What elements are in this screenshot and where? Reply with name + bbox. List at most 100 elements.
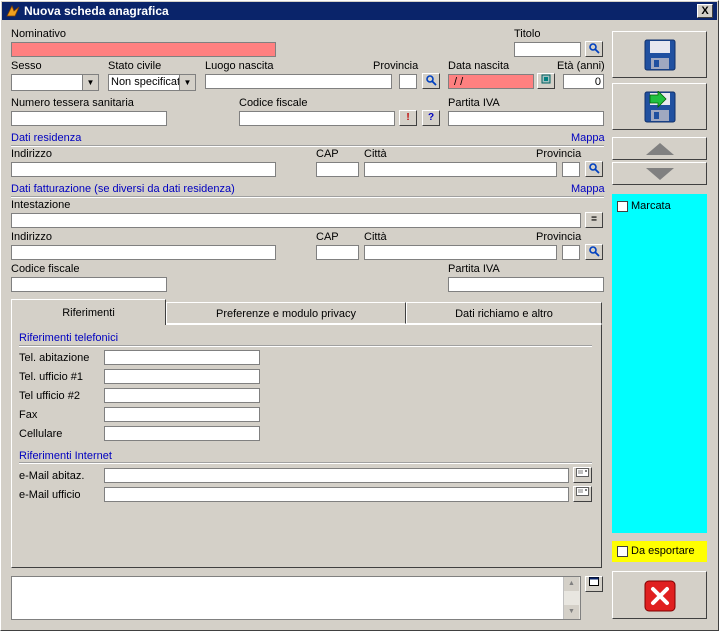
email-ufficio-label: e-Mail ufficio	[19, 489, 81, 501]
provincia-fatturazione-label: Provincia	[536, 231, 582, 243]
indirizzo-fatturazione-label: Indirizzo	[11, 231, 52, 243]
search-icon	[589, 246, 600, 257]
titolo-label: Titolo	[514, 28, 541, 40]
tel-ufficio1-label: Tel. ufficio #1	[19, 371, 84, 383]
titolo-input[interactable]	[514, 42, 581, 57]
fatturazione-search-button[interactable]	[585, 244, 603, 260]
notes-textarea[interactable]: ▲ ▼	[11, 576, 581, 620]
email-ufficio-send-button[interactable]	[573, 486, 592, 502]
previous-record-button[interactable]	[612, 137, 707, 160]
categories-panel	[612, 194, 707, 533]
cap-residenza-input[interactable]	[316, 162, 359, 177]
next-record-button[interactable]	[612, 162, 707, 185]
residenza-search-button[interactable]	[585, 161, 603, 177]
notes-scrollbar[interactable]: ▲ ▼	[563, 577, 580, 619]
scroll-up-icon[interactable]: ▲	[564, 577, 579, 591]
codice-fiscale-input[interactable]	[239, 111, 395, 126]
save-and-new-button[interactable]	[612, 83, 707, 130]
window-icon	[589, 577, 599, 586]
dati-residenza-heading: Dati residenza	[11, 132, 82, 144]
stato-civile-select[interactable]: Non specificato ▼	[108, 74, 196, 91]
internet-divider	[19, 462, 592, 464]
partita-iva-fatt-input[interactable]	[448, 277, 604, 292]
cellulare-input[interactable]	[104, 426, 260, 441]
arrow-down-icon	[646, 168, 674, 180]
data-nascita-input[interactable]	[448, 74, 534, 89]
fatturazione-divider	[11, 196, 604, 198]
telefonici-divider	[19, 345, 592, 347]
da-esportare-checkbox[interactable]	[617, 546, 628, 557]
partita-iva-input[interactable]	[448, 111, 604, 126]
cap-fatturazione-label: CAP	[316, 231, 339, 243]
luogo-nascita-search-button[interactable]	[422, 73, 440, 89]
citta-residenza-input[interactable]	[364, 162, 557, 177]
cancel-button[interactable]	[612, 571, 707, 619]
indirizzo-residenza-label: Indirizzo	[11, 148, 52, 160]
provincia-nascita-input[interactable]	[399, 74, 417, 89]
tel-ufficio2-input[interactable]	[104, 388, 260, 403]
app-icon	[6, 5, 20, 17]
eta-input[interactable]	[563, 74, 604, 89]
cancel-icon	[644, 580, 676, 612]
riferimenti-panel	[11, 324, 602, 568]
titolo-search-button[interactable]	[585, 41, 603, 57]
scroll-down-icon[interactable]: ▼	[564, 605, 579, 619]
save-button[interactable]	[612, 31, 707, 78]
tel-ufficio2-label: Tel ufficio #2	[19, 390, 80, 402]
tel-abitazione-label: Tel. abitazione	[19, 352, 90, 364]
cap-fatturazione-input[interactable]	[316, 245, 359, 260]
sesso-select[interactable]: ▼	[11, 74, 99, 91]
email-abitaz-input[interactable]	[104, 468, 569, 483]
numero-tessera-input[interactable]	[11, 111, 167, 126]
mappa-fatturazione-link[interactable]: Mappa	[571, 183, 605, 196]
provincia-residenza-input[interactable]	[562, 162, 580, 177]
tab-riferimenti[interactable]: Riferimenti	[11, 299, 166, 325]
codice-fiscale-fatt-label: Codice fiscale	[11, 263, 80, 275]
citta-fatturazione-label: Città	[364, 231, 387, 243]
calendar-button[interactable]	[537, 73, 555, 89]
save-icon	[644, 39, 676, 71]
mappa-residenza-link[interactable]: Mappa	[571, 132, 605, 145]
indirizzo-residenza-input[interactable]	[11, 162, 276, 177]
close-window-button[interactable]: X	[697, 4, 713, 18]
cf-help-button[interactable]: ?	[422, 110, 440, 126]
provincia-fatturazione-input[interactable]	[562, 245, 580, 260]
riferimenti-telefonici-heading: Riferimenti telefonici	[19, 332, 119, 344]
tel-abitazione-input[interactable]	[104, 350, 260, 365]
marcata-label: Marcata	[631, 200, 671, 212]
email-abitaz-send-button[interactable]	[573, 467, 592, 483]
email-icon	[576, 468, 589, 477]
tab-dati-richiamo[interactable]: Dati richiamo e altro	[406, 302, 602, 324]
chevron-down-icon: ▼	[179, 75, 195, 90]
eta-label: Età (anni)	[557, 60, 605, 72]
tab-preferenze-privacy[interactable]: Preferenze e modulo privacy	[166, 302, 406, 324]
da-esportare-label: Da esportare	[631, 545, 695, 557]
email-icon	[576, 487, 589, 496]
intestazione-input[interactable]	[11, 213, 581, 228]
intestazione-label: Intestazione	[11, 199, 71, 211]
partita-iva-fatt-label: Partita IVA	[448, 263, 500, 275]
search-icon	[589, 43, 600, 54]
cf-warning-button[interactable]: !	[399, 110, 417, 126]
data-nascita-label: Data nascita	[448, 60, 510, 72]
numero-tessera-label: Numero tessera sanitaria	[11, 97, 134, 109]
fax-input[interactable]	[104, 407, 260, 422]
tel-ufficio1-input[interactable]	[104, 369, 260, 384]
search-icon	[589, 163, 600, 174]
codice-fiscale-label: Codice fiscale	[239, 97, 308, 109]
citta-fatturazione-input[interactable]	[364, 245, 557, 260]
intestazione-copy-button[interactable]: =	[585, 212, 603, 228]
codice-fiscale-fatt-input[interactable]	[11, 277, 167, 292]
email-ufficio-input[interactable]	[104, 487, 569, 502]
chevron-down-icon: ▼	[82, 75, 98, 90]
residenza-divider	[11, 145, 604, 147]
nominativo-input[interactable]	[11, 42, 276, 57]
indirizzo-fatturazione-input[interactable]	[11, 245, 276, 260]
cellulare-label: Cellulare	[19, 428, 63, 440]
calendar-icon	[541, 74, 551, 84]
luogo-nascita-input[interactable]	[205, 74, 392, 89]
partita-iva-label: Partita IVA	[448, 97, 500, 109]
notes-expand-button[interactable]	[585, 576, 603, 592]
marcata-checkbox[interactable]	[617, 201, 628, 212]
luogo-nascita-label: Luogo nascita	[205, 60, 274, 72]
